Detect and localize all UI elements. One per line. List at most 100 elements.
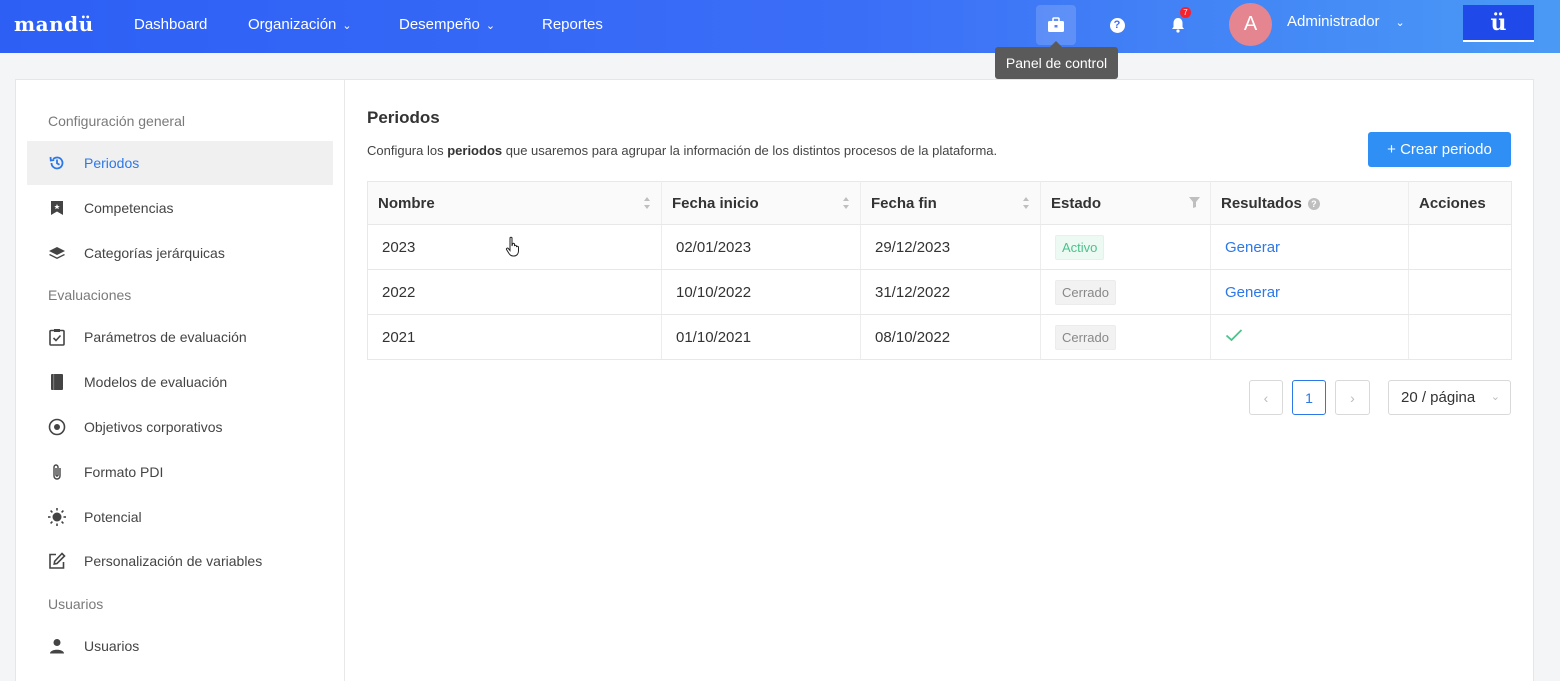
cell-resultados: Generar [1210,269,1409,315]
cell-acciones [1408,314,1512,360]
top-navbar: mandü Dashboard Organización ⌄ Desempeño ⌄… [0,0,1560,53]
help-button[interactable]: ? [1097,5,1137,45]
cell-fecha-fin: 29/12/2023 [860,224,1041,270]
sidebar-item-label: Modelos de evaluación [84,374,228,390]
brand-button[interactable]: ü [1463,5,1534,42]
section-configuracion-general: Configuración general [48,113,185,129]
cell-acciones [1408,224,1512,270]
page-size-value: 20 / página [1401,389,1476,406]
cell-nombre: 2022 [367,269,662,315]
chevron-down-icon: ⌄ [1395,17,1405,29]
column-fecha-fin[interactable]: Fecha fin [860,181,1041,225]
sidebar-item-formato-pdi[interactable]: Formato PDI [27,450,333,494]
hand-cursor-icon [505,236,519,257]
cell-estado: Cerrado [1040,269,1211,315]
cell-estado: Activo [1040,224,1211,270]
sidebar-item-label: Periodos [84,155,140,171]
main-card: Configuración general Periodos Competenc… [15,79,1534,681]
bell-icon [1172,18,1184,33]
sidebar-item-parametros[interactable]: Parámetros de evaluación [27,315,333,359]
control-panel-tooltip: Panel de control [995,47,1118,79]
column-label: Acciones [1419,194,1486,212]
cell-fecha-inicio: 01/10/2021 [661,314,861,360]
description-text: que usaremos para agrupar la información… [502,143,998,158]
column-nombre[interactable]: Nombre [367,181,662,225]
page-title: Periodos [367,108,440,127]
nav-reportes[interactable]: Reportes [542,16,603,33]
sidebar-item-objetivos[interactable]: Objetivos corporativos [27,405,333,449]
target-icon [47,417,67,437]
page-1-button[interactable]: 1 [1292,380,1326,415]
column-estado[interactable]: Estado [1040,181,1211,225]
generate-results-link[interactable]: Generar [1225,284,1280,301]
layers-icon [47,243,67,263]
filter-icon[interactable] [1189,197,1200,208]
table-header-row: Nombre Fecha inicio Fecha fin Estado Res… [367,181,1512,225]
sidebar-item-usuarios[interactable]: Usuarios [27,624,333,668]
user-icon [47,636,67,656]
column-label: Resultados [1221,194,1302,212]
control-panel-button[interactable] [1036,5,1076,45]
page-size-select[interactable]: 20 / página ⌄ [1388,380,1511,415]
cell-fecha-inicio: 10/10/2022 [661,269,861,315]
cell-estado: Cerrado [1040,314,1211,360]
table-row: 2022 10/10/2022 31/12/2022 Cerrado Gener… [367,269,1512,315]
book-icon [47,372,67,392]
column-fecha-inicio[interactable]: Fecha inicio [661,181,861,225]
sort-icon[interactable] [1022,195,1030,211]
nav-organizacion-label: Organización [248,16,337,33]
chevron-down-icon: ⌄ [342,20,352,32]
chevron-right-icon: › [1350,389,1355,406]
nav-desempeno-label: Desempeño [399,16,480,33]
user-menu[interactable]: Administrador ⌄ [1287,13,1405,30]
table-row: 2021 01/10/2021 08/10/2022 Cerrado [367,314,1512,360]
sidebar-item-competencias[interactable]: Competencias [27,186,333,230]
chevron-left-icon: ‹ [1263,389,1269,406]
avatar[interactable]: A [1229,3,1272,46]
edit-icon [47,551,67,571]
sidebar-item-periodos[interactable]: Periodos [27,141,333,185]
column-resultados: Resultados? [1210,181,1409,225]
create-period-button[interactable]: + Crear periodo [1368,132,1511,167]
prev-page-button[interactable]: ‹ [1249,380,1283,415]
status-badge: Cerrado [1055,324,1116,350]
sidebar-item-potencial[interactable]: Potencial [27,495,333,539]
table-row: 2023 02/01/2023 29/12/2023 Activo Genera… [367,224,1512,270]
cell-nombre: 2021 [367,314,662,360]
sidebar-item-label: Categorías jerárquicas [84,245,225,261]
sort-icon[interactable] [643,195,651,211]
section-usuarios: Usuarios [48,596,104,612]
app-logo[interactable]: mandü [14,12,94,36]
next-page-button[interactable]: › [1335,380,1370,415]
nav-dashboard[interactable]: Dashboard [134,16,207,33]
column-label: Nombre [378,194,435,212]
sidebar-item-label: Objetivos corporativos [84,419,223,435]
history-icon [47,153,67,173]
paperclip-icon [47,462,67,482]
cell-acciones [1408,269,1512,315]
nav-organizacion[interactable]: Organización ⌄ [248,16,352,33]
periods-table: Nombre Fecha inicio Fecha fin Estado Res… [367,181,1512,360]
question-icon[interactable]: ? [1307,197,1320,210]
user-name: Administrador [1287,13,1380,30]
sidebar-item-modelos[interactable]: Modelos de evaluación [27,360,333,404]
sidebar-item-personalizacion[interactable]: Personalización de variables [27,539,333,583]
column-label: Fecha inicio [672,194,759,212]
column-acciones: Acciones [1408,181,1512,225]
status-badge: Activo [1055,234,1105,260]
cell-fecha-fin: 08/10/2022 [860,314,1041,360]
nav-desempeno[interactable]: Desempeño ⌄ [399,16,495,33]
chevron-down-icon: ⌄ [485,20,496,32]
column-label: Estado [1051,194,1102,212]
generate-results-link[interactable]: Generar [1225,239,1280,256]
notifications-button[interactable] [1158,5,1198,45]
sidebar-item-label: Usuarios [84,638,140,654]
status-badge: Cerrado [1055,279,1116,305]
question-icon: ? [1109,17,1125,33]
sidebar-item-categorias[interactable]: Categorías jerárquicas [27,231,333,275]
sort-icon[interactable] [842,195,850,211]
description-bold: periodos [447,143,503,158]
section-evaluaciones: Evaluaciones [48,287,132,303]
sidebar-item-label: Formato PDI [84,464,164,480]
settings-sidebar: Configuración general Periodos Competenc… [16,80,345,681]
